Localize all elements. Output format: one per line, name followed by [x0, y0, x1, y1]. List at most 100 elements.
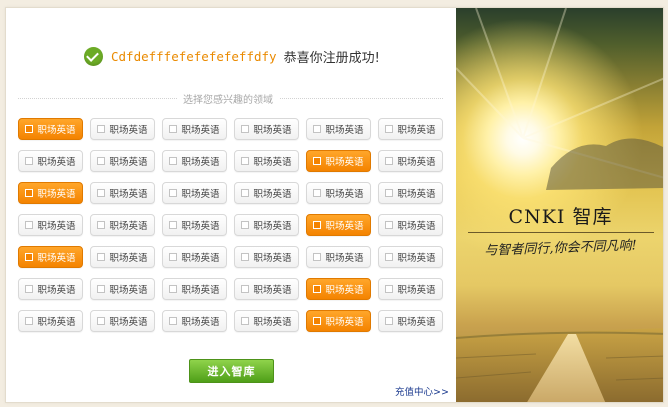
- enter-think-tank-button[interactable]: 进入智库: [189, 359, 274, 383]
- interest-tag-label: 职场英语: [325, 253, 364, 264]
- interest-tag-label: 职场英语: [253, 253, 292, 264]
- interest-tag-label: 职场英语: [253, 285, 292, 296]
- interest-tag[interactable]: 职场英语: [18, 150, 83, 172]
- interest-tag[interactable]: 职场英语: [90, 182, 155, 204]
- interest-tag[interactable]: 职场英语: [306, 214, 371, 236]
- interest-tag-label: 职场英语: [397, 157, 436, 168]
- checkbox-icon: [313, 157, 322, 165]
- checkbox-icon: [97, 317, 106, 325]
- interest-tag[interactable]: 职场英语: [378, 246, 443, 268]
- interest-tag[interactable]: 职场英语: [90, 246, 155, 268]
- interest-tag[interactable]: 职场英语: [162, 150, 227, 172]
- interest-section-label: 选择您感兴趣的领域: [177, 91, 279, 106]
- interest-tag-label: 职场英语: [325, 317, 364, 328]
- checkbox-icon: [25, 125, 34, 133]
- interest-tag-label: 职场英语: [109, 317, 148, 328]
- interest-tag-label: 职场英语: [181, 221, 220, 232]
- banner-title: CNKI 智库: [508, 206, 613, 228]
- checkbox-icon: [313, 189, 322, 197]
- interest-tag[interactable]: 职场英语: [306, 118, 371, 140]
- interest-tag-label: 职场英语: [37, 221, 76, 232]
- interest-tag-label: 职场英语: [397, 317, 436, 328]
- checkbox-icon: [313, 285, 322, 293]
- interest-tag-label: 职场英语: [181, 157, 220, 168]
- checkbox-icon: [97, 221, 106, 229]
- interest-tag-label: 职场英语: [181, 317, 220, 328]
- recharge-center-link[interactable]: 充值中心>>: [395, 384, 449, 398]
- checkbox-icon: [169, 125, 178, 133]
- checkbox-icon: [241, 253, 250, 261]
- interest-tag[interactable]: 职场英语: [234, 182, 299, 204]
- interest-tag-label: 职场英语: [325, 285, 364, 296]
- checkbox-icon: [313, 125, 322, 133]
- interest-tag[interactable]: 职场英语: [378, 118, 443, 140]
- interest-tag[interactable]: 职场英语: [18, 310, 83, 332]
- interest-tag-label: 职场英语: [397, 189, 436, 200]
- interest-tag[interactable]: 职场英语: [90, 118, 155, 140]
- checkbox-icon: [385, 189, 394, 197]
- interest-tag[interactable]: 职场英语: [234, 310, 299, 332]
- checkbox-icon: [169, 157, 178, 165]
- interest-tag[interactable]: 职场英语: [18, 214, 83, 236]
- checkbox-icon: [97, 157, 106, 165]
- interest-tag[interactable]: 职场英语: [234, 214, 299, 236]
- success-message: Cdfdefffefefefefeffdfy 恭喜你注册成功!: [84, 44, 380, 68]
- interest-tag[interactable]: 职场英语: [162, 214, 227, 236]
- interest-tag-grid: 职场英语 职场英语 职场英语 职场英语 职场英语 职场英语 职场英语 职场英语 职场英语 职场英语…: [18, 118, 443, 332]
- interest-tag-label: 职场英语: [181, 189, 220, 200]
- interest-tag-label: 职场英语: [253, 221, 292, 232]
- checkbox-icon: [313, 317, 322, 325]
- interest-tag[interactable]: 职场英语: [234, 278, 299, 300]
- checkbox-icon: [241, 157, 250, 165]
- checkbox-icon: [169, 253, 178, 261]
- interest-tag-label: 职场英语: [37, 253, 76, 264]
- interest-tag-label: 职场英语: [181, 125, 220, 136]
- interest-tag[interactable]: 职场英语: [306, 278, 371, 300]
- interest-tag[interactable]: 职场英语: [90, 278, 155, 300]
- checkbox-icon: [241, 189, 250, 197]
- interest-tag-label: 职场英语: [37, 285, 76, 296]
- interest-tag[interactable]: 职场英语: [306, 246, 371, 268]
- checkbox-icon: [313, 253, 322, 261]
- checkbox-icon: [241, 221, 250, 229]
- interest-tag[interactable]: 职场英语: [234, 246, 299, 268]
- interest-tag[interactable]: 职场英语: [162, 310, 227, 332]
- interest-tag[interactable]: 职场英语: [18, 278, 83, 300]
- checkbox-icon: [97, 285, 106, 293]
- interest-tag[interactable]: 职场英语: [18, 182, 83, 204]
- interest-tag[interactable]: 职场英语: [378, 214, 443, 236]
- interest-tag[interactable]: 职场英语: [90, 214, 155, 236]
- checkbox-icon: [169, 285, 178, 293]
- interest-tag[interactable]: 职场英语: [378, 278, 443, 300]
- interest-tag[interactable]: 职场英语: [306, 150, 371, 172]
- checkbox-icon: [25, 285, 34, 293]
- checkbox-icon: [385, 285, 394, 293]
- interest-tag[interactable]: 职场英语: [306, 182, 371, 204]
- interest-tag[interactable]: 职场英语: [306, 310, 371, 332]
- interest-tag[interactable]: 职场英语: [234, 150, 299, 172]
- checkbox-icon: [97, 189, 106, 197]
- interest-tag[interactable]: 职场英语: [90, 150, 155, 172]
- checkbox-icon: [169, 317, 178, 325]
- interest-tag[interactable]: 职场英语: [162, 278, 227, 300]
- checkbox-icon: [385, 125, 394, 133]
- interest-tag-label: 职场英语: [109, 221, 148, 232]
- interest-tag[interactable]: 职场英语: [378, 182, 443, 204]
- interest-tag-label: 职场英语: [109, 157, 148, 168]
- checkbox-icon: [25, 157, 34, 165]
- interest-tag-label: 职场英语: [253, 125, 292, 136]
- interest-tag[interactable]: 职场英语: [162, 182, 227, 204]
- interest-tag[interactable]: 职场英语: [162, 246, 227, 268]
- interest-tag[interactable]: 职场英语: [90, 310, 155, 332]
- interest-tag[interactable]: 职场英语: [378, 310, 443, 332]
- interest-tag-label: 职场英语: [37, 317, 76, 328]
- interest-tag[interactable]: 职场英语: [378, 150, 443, 172]
- interest-tag-label: 职场英语: [253, 317, 292, 328]
- interest-tag[interactable]: 职场英语: [18, 246, 83, 268]
- interest-tag[interactable]: 职场英语: [18, 118, 83, 140]
- checkbox-icon: [385, 317, 394, 325]
- content-area: Cdfdefffefefefefeffdfy 恭喜你注册成功! 选择您感兴趣的领…: [6, 8, 456, 402]
- interest-tag[interactable]: 职场英语: [162, 118, 227, 140]
- interest-tag[interactable]: 职场英语: [234, 118, 299, 140]
- checkbox-icon: [313, 221, 322, 229]
